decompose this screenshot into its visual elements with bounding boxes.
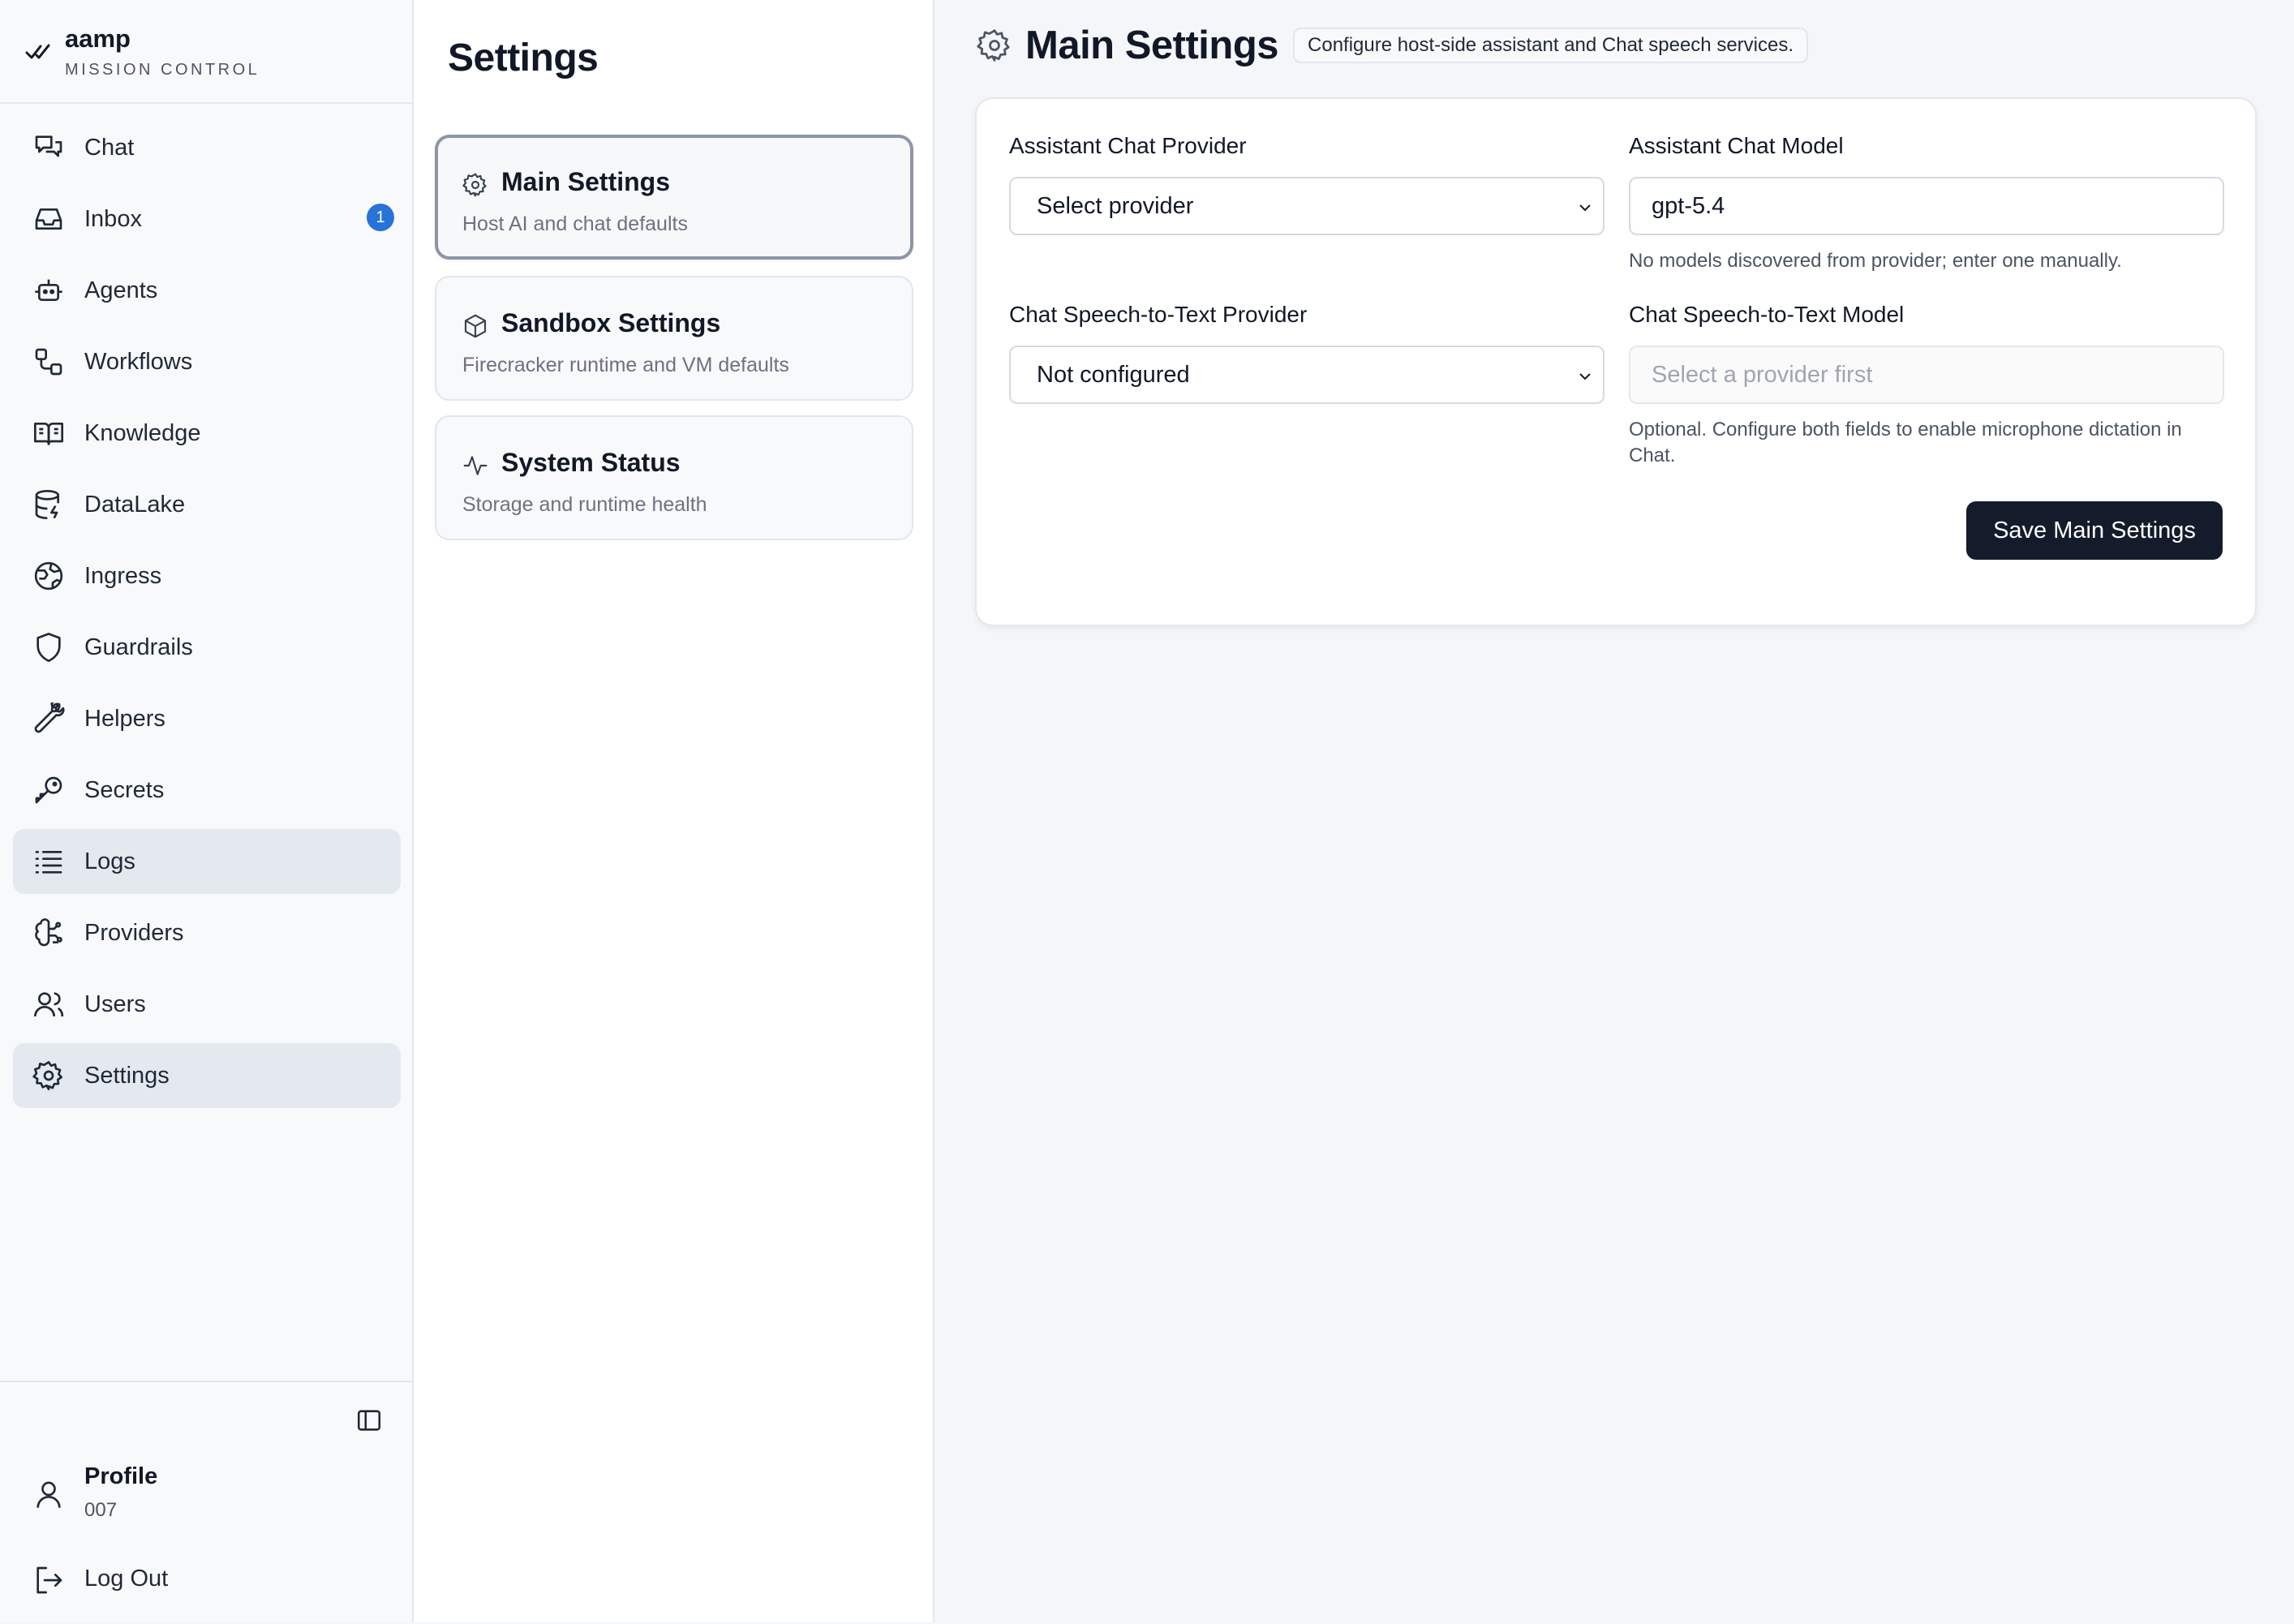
sidebar-item-guardrails[interactable]: Guardrails — [13, 615, 401, 680]
workflow-icon — [32, 346, 65, 378]
sidebar-item-label: Guardrails — [84, 634, 193, 660]
main-content: Main Settings Configure host-side assist… — [934, 0, 2294, 1622]
user-icon — [32, 1478, 65, 1510]
brand-subtitle: MISSION CONTROL — [65, 61, 260, 79]
profile-link[interactable]: Profile 007 — [32, 1463, 389, 1528]
sidebar-item-knowledge[interactable]: Knowledge — [13, 401, 401, 466]
sidebar-item-agents[interactable]: Agents — [13, 258, 401, 323]
chat-model-input[interactable]: gpt-5.4 — [1629, 177, 2224, 235]
chevron-down-icon — [1575, 198, 1595, 217]
chat-provider-label: Assistant Chat Provider — [1009, 133, 1247, 158]
book-icon — [32, 417, 65, 449]
chat-model-help: No models discovered from provider; ente… — [1629, 250, 2122, 272]
inbox-count-badge: 1 — [367, 204, 394, 231]
activity-icon — [462, 453, 488, 479]
stt-provider-select[interactable]: Not configured — [1009, 346, 1605, 404]
stt-provider-label: Chat Speech-to-Text Provider — [1009, 302, 1308, 327]
robot-icon — [32, 274, 65, 307]
shield-icon — [32, 631, 65, 664]
sidebar-item-inbox[interactable]: Inbox 1 — [13, 187, 401, 251]
wrench-icon — [32, 702, 65, 735]
profile-id: 007 — [84, 1499, 118, 1521]
stt-model-placeholder: Select a provider first — [1652, 361, 1873, 388]
main-settings-form: Assistant Chat Provider Select provider … — [975, 97, 2257, 626]
sidebar-footer: Profile 007 Log Out — [0, 1381, 412, 1624]
settings-card-subtitle: Firecracker runtime and VM defaults — [462, 354, 789, 376]
gear-icon — [32, 1059, 65, 1092]
sidebar-item-label: Users — [84, 990, 146, 1017]
chevron-down-icon — [1575, 367, 1595, 386]
brand-name: aamp — [65, 24, 131, 53]
app-root: aamp MISSION CONTROL Chat Inbox 1 Agents… — [0, 0, 2294, 1622]
brain-icon — [32, 917, 65, 949]
sidebar-item-workflows[interactable]: Workflows — [13, 329, 401, 394]
settings-card-subtitle: Storage and runtime health — [462, 493, 707, 516]
page-description-chip: Configure host-side assistant and Chat s… — [1293, 28, 1809, 63]
users-icon — [32, 988, 65, 1020]
check-logo-icon — [24, 37, 52, 65]
sidebar-item-label: DataLake — [84, 491, 186, 518]
settings-card-title: Sandbox Settings — [501, 308, 721, 337]
page-title: Main Settings — [1025, 24, 1279, 67]
settings-card-title: System Status — [501, 448, 681, 477]
sidebar-item-settings[interactable]: Settings — [13, 1043, 401, 1108]
settings-card-subtitle: Host AI and chat defaults — [462, 213, 688, 235]
globe-icon — [32, 560, 65, 592]
chat-model-label: Assistant Chat Model — [1629, 133, 1844, 158]
logout-button[interactable]: Log Out — [32, 1559, 389, 1601]
sidebar-item-label: Providers — [84, 919, 184, 946]
sidebar-item-helpers[interactable]: Helpers — [13, 686, 401, 751]
sidebar-item-label: Agents — [84, 277, 158, 303]
cube-icon — [462, 313, 488, 339]
chat-provider-value: Select provider — [1037, 192, 1194, 219]
logout-label: Log Out — [84, 1566, 169, 1592]
key-icon — [32, 774, 65, 806]
settings-card-status[interactable]: System Status Storage and runtime health — [435, 415, 913, 540]
gear-icon — [977, 28, 1012, 63]
sidebar-item-label: Chat — [84, 134, 135, 161]
sidebar-item-label: Secrets — [84, 776, 165, 803]
sidebar-collapse-icon[interactable] — [355, 1407, 383, 1434]
sidebar-item-label: Inbox — [84, 205, 142, 232]
gear-icon — [462, 172, 488, 198]
sidebar-item-users[interactable]: Users — [13, 972, 401, 1037]
sidebar-item-ingress[interactable]: Ingress — [13, 543, 401, 608]
sidebar-item-label: Ingress — [84, 562, 162, 589]
sidebar-item-chat[interactable]: Chat — [13, 115, 401, 180]
settings-panel-title: Settings — [448, 37, 599, 79]
sidebar-item-logs[interactable]: Logs — [13, 829, 401, 894]
sidebar-item-label: Workflows — [84, 348, 193, 375]
inbox-icon — [32, 203, 65, 235]
settings-panel: Settings Main Settings Host AI and chat … — [414, 0, 934, 1622]
sidebar-item-providers[interactable]: Providers — [13, 900, 401, 965]
save-main-settings-button[interactable]: Save Main Settings — [1966, 501, 2223, 560]
sidebar: aamp MISSION CONTROL Chat Inbox 1 Agents… — [0, 0, 414, 1622]
brand[interactable]: aamp MISSION CONTROL — [0, 0, 412, 104]
list-icon — [32, 845, 65, 878]
sidebar-item-label: Helpers — [84, 705, 165, 732]
stt-model-input[interactable]: Select a provider first — [1629, 346, 2224, 404]
settings-card-title: Main Settings — [501, 167, 671, 196]
settings-card-main[interactable]: Main Settings Host AI and chat defaults — [435, 135, 913, 260]
chat-model-value: gpt-5.4 — [1652, 192, 1725, 219]
chat-provider-select[interactable]: Select provider — [1009, 177, 1605, 235]
settings-card-sandbox[interactable]: Sandbox Settings Firecracker runtime and… — [435, 276, 913, 401]
database-icon — [32, 488, 65, 521]
stt-model-help: Optional. Configure both fields to enabl… — [1629, 419, 2182, 466]
logout-icon — [32, 1564, 65, 1596]
sidebar-item-label: Knowledge — [84, 419, 201, 446]
chat-icon — [32, 131, 65, 164]
stt-model-label: Chat Speech-to-Text Model — [1629, 302, 1905, 327]
sidebar-item-label: Logs — [84, 848, 135, 874]
sidebar-item-label: Settings — [84, 1062, 170, 1089]
page-header: Main Settings Configure host-side assist… — [977, 23, 1809, 68]
sidebar-nav: Chat Inbox 1 Agents Workflows Knowledge — [13, 115, 401, 1115]
sidebar-item-datalake[interactable]: DataLake — [13, 472, 401, 537]
sidebar-item-secrets[interactable]: Secrets — [13, 758, 401, 823]
profile-label: Profile — [84, 1463, 158, 1489]
stt-provider-value: Not configured — [1037, 361, 1190, 388]
